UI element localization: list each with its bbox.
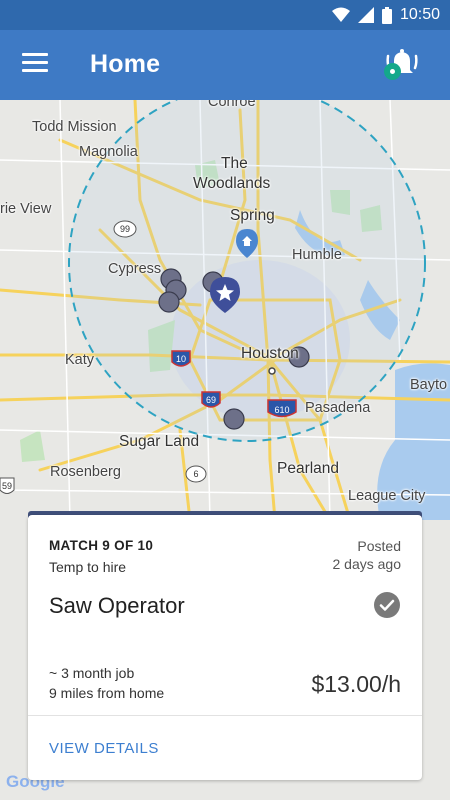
map-label-katy: Katy bbox=[65, 352, 95, 368]
map-label-league-city: League City bbox=[348, 488, 426, 504]
city-center-dot bbox=[268, 367, 276, 375]
map-label-houston: Houston bbox=[241, 345, 299, 362]
status-icons: 10:50 bbox=[331, 6, 440, 24]
map-label-prairie-view: rie View bbox=[0, 201, 52, 217]
job-match-card[interactable]: MATCH 9 OF 10 Temp to hire Posted 2 days… bbox=[28, 515, 422, 780]
shield-6-label: 6 bbox=[193, 469, 198, 479]
status-time: 10:50 bbox=[399, 6, 440, 23]
map-label-rosenberg: Rosenberg bbox=[50, 464, 121, 480]
job-title: Saw Operator bbox=[49, 593, 185, 618]
job-pin bbox=[158, 291, 180, 313]
shield-99: 99 bbox=[113, 220, 137, 238]
check-icon[interactable] bbox=[374, 592, 400, 618]
wifi-icon bbox=[331, 7, 350, 22]
map-label-cypress: Cypress bbox=[108, 261, 162, 277]
map-label-conroe: Conroe bbox=[208, 100, 256, 110]
match-counter: MATCH 9 OF 10 bbox=[49, 538, 154, 553]
shield-59-label: 59 bbox=[2, 481, 12, 491]
shield-10: 10 bbox=[171, 350, 191, 367]
signal-icon bbox=[357, 7, 374, 23]
shield-69-label: 69 bbox=[206, 395, 216, 405]
shield-59: 59 bbox=[0, 477, 15, 494]
map-label-baytown: Bayto bbox=[410, 377, 448, 393]
shield-99-label: 99 bbox=[120, 224, 130, 234]
map-label-the: The bbox=[221, 155, 248, 172]
bell-alert-icon[interactable] bbox=[384, 46, 420, 84]
app-bar: Home bbox=[0, 30, 450, 100]
map-label-pearland: Pearland bbox=[277, 460, 340, 477]
posted-label: Posted bbox=[357, 538, 401, 554]
shield-69: 69 bbox=[201, 391, 221, 408]
battery-icon bbox=[381, 6, 392, 24]
shield-610: 610 bbox=[267, 399, 297, 418]
park-area bbox=[20, 430, 45, 462]
job-duration: ~ 3 month job bbox=[49, 665, 135, 681]
map-label-humble: Humble bbox=[292, 247, 342, 263]
page-title: Home bbox=[90, 50, 161, 78]
map-label-pasadena: Pasadena bbox=[305, 400, 371, 416]
map-label-sugar-land: Sugar Land bbox=[119, 433, 200, 450]
job-pin bbox=[223, 408, 245, 430]
shield-610-label: 610 bbox=[274, 405, 289, 415]
card-divider bbox=[28, 715, 422, 716]
job-pay-rate: $13.00/h bbox=[311, 671, 401, 697]
job-type: Temp to hire bbox=[49, 559, 127, 575]
posted-ago: 2 days ago bbox=[332, 556, 402, 572]
posted-info: Posted 2 days ago bbox=[333, 537, 402, 573]
shield-10-label: 10 bbox=[176, 354, 186, 364]
shield-6: 6 bbox=[185, 465, 207, 483]
alert-badge bbox=[384, 63, 401, 80]
view-details-button[interactable]: VIEW DETAILS bbox=[49, 740, 159, 757]
hamburger-menu-icon[interactable] bbox=[22, 53, 48, 77]
map-label-spring: Spring bbox=[230, 207, 275, 224]
map-label-magnolia: Magnolia bbox=[79, 144, 138, 160]
job-distance: 9 miles from home bbox=[49, 685, 165, 701]
map-label-woodlands: Woodlands bbox=[193, 175, 271, 192]
map-label-todd-mission: Todd Mission bbox=[32, 119, 117, 135]
status-bar: 10:50 bbox=[0, 0, 450, 30]
